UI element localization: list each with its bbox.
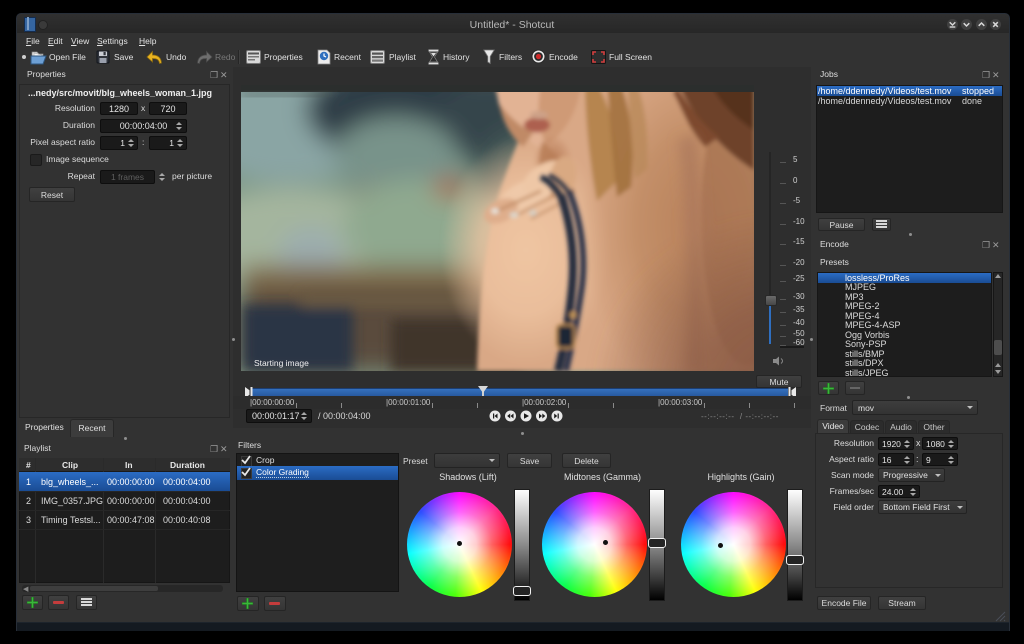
svg-text:Starting image: Starting image (254, 358, 309, 368)
